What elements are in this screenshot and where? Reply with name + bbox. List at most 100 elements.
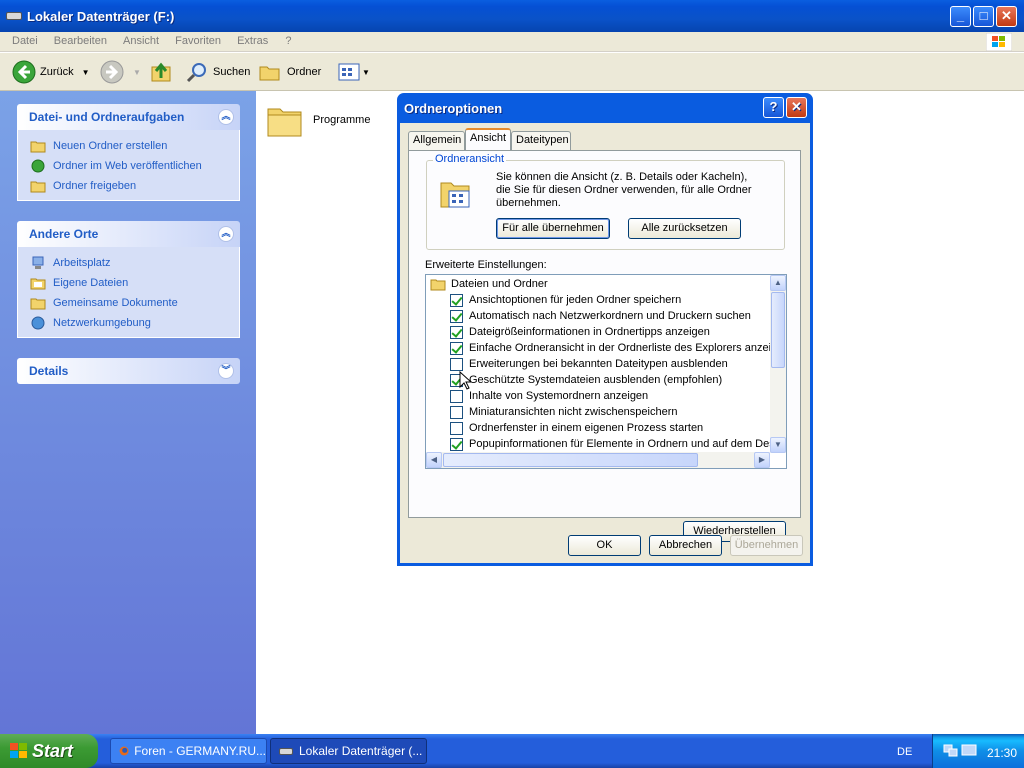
advanced-settings-list: Dateien und Ordner Ansichtoptionen für j… (425, 274, 787, 469)
window-titlebar[interactable]: Lokaler Datenträger (F:) _ □ ✕ (0, 0, 1024, 32)
setting-row[interactable]: Ansichtoptionen für jeden Ordner speiche… (450, 292, 681, 308)
collapse-chevron-icon[interactable]: ︽ (218, 109, 234, 125)
folder-view-description: Sie können die Ansicht (z. B. Details od… (496, 171, 752, 210)
share-folder-label: Ordner freigeben (53, 180, 137, 192)
hscroll-thumb[interactable] (443, 453, 698, 467)
setting-checkbox[interactable] (450, 341, 463, 355)
task-pane: Datei- und Ordneraufgaben ︽ Neuen Ordner… (0, 91, 256, 734)
details-panel: Details ︾ (17, 358, 240, 384)
maximize-button[interactable]: □ (973, 6, 994, 27)
setting-checkbox[interactable] (450, 309, 463, 323)
taskbar-item-explorer[interactable]: Lokaler Datenträger (... (270, 738, 427, 764)
details-header[interactable]: Details ︾ (17, 358, 240, 384)
setting-row[interactable]: Erweiterungen bei bekannten Dateitypen a… (450, 356, 728, 372)
file-tasks-header[interactable]: Datei- und Ordneraufgaben ︽ (17, 104, 240, 130)
setting-row[interactable]: Einfache Ordneransicht in der Ordnerlist… (450, 340, 783, 356)
scroll-up-icon[interactable]: ▲ (770, 275, 786, 291)
new-folder-link[interactable]: Neuen Ordner erstellen (30, 136, 239, 156)
view-tab-panel: Ordneransicht Sie können die Ansicht (z.… (408, 150, 801, 542)
shared-documents-link[interactable]: Gemeinsame Dokumente (30, 293, 239, 313)
setting-checkbox[interactable] (450, 357, 463, 371)
menu-help[interactable]: ? (285, 35, 291, 47)
folder-item[interactable]: Programme (266, 101, 370, 139)
my-documents-link[interactable]: Eigene Dateien (30, 273, 239, 293)
folder-view-group-label: Ordneransicht (433, 153, 507, 165)
views-dropdown-icon: ▼ (362, 67, 370, 77)
back-button[interactable]: Zurück ▼ (12, 60, 90, 84)
setting-checkbox[interactable] (450, 405, 463, 419)
language-indicator[interactable]: DE (897, 746, 912, 758)
reset-all-button[interactable]: Alle zurücksetzen (628, 218, 741, 239)
setting-row[interactable]: Inhalte von Systemordnern anzeigen (450, 388, 648, 404)
tab-allgemein[interactable]: Allgemein (408, 131, 465, 150)
setting-row[interactable]: Popupinformationen für Elemente in Ordne… (450, 436, 780, 452)
tab-dateitypen[interactable]: Dateitypen (511, 131, 571, 150)
menu-favoriten[interactable]: Favoriten (175, 35, 221, 47)
setting-label: Miniaturansichten nicht zwischenspeicher… (469, 406, 678, 418)
horizontal-scrollbar[interactable]: ◀ ▶ (426, 452, 770, 468)
close-button[interactable]: ✕ (996, 6, 1017, 27)
monitor-tray-icon[interactable] (961, 743, 977, 759)
firefox-icon (119, 746, 129, 756)
menu-bearbeiten[interactable]: Bearbeiten (54, 35, 107, 47)
setting-row[interactable]: Dateigrößeinformationen in Ordnertipps a… (450, 324, 710, 340)
taskbar-item-firefox[interactable]: Foren - GERMANY.RU... (110, 738, 267, 764)
forward-arrow-icon (100, 60, 124, 84)
scroll-left-icon[interactable]: ◀ (426, 452, 442, 468)
back-arrow-icon (12, 60, 36, 84)
menu-datei[interactable]: Datei (12, 35, 38, 47)
setting-row[interactable]: Geschützte Systemdateien ausblenden (emp… (450, 372, 722, 388)
search-icon (186, 63, 206, 83)
other-places-header[interactable]: Andere Orte ︽ (17, 221, 240, 247)
setting-checkbox[interactable] (450, 293, 463, 307)
scroll-down-icon[interactable]: ▼ (770, 437, 786, 453)
setting-label: Ordnerfenster in einem eigenen Prozess s… (469, 422, 704, 434)
collapse-chevron-icon[interactable]: ︽ (218, 226, 234, 242)
mouse-cursor-icon (459, 371, 471, 390)
publish-web-link[interactable]: Ordner im Web veröffentlichen (30, 156, 239, 176)
folder-options-dialog: Ordneroptionen ? ✕ Allgemein Ansicht Dat… (397, 93, 813, 566)
menu-ansicht[interactable]: Ansicht (123, 35, 159, 47)
setting-checkbox[interactable] (450, 325, 463, 339)
new-folder-label: Neuen Ordner erstellen (53, 140, 168, 152)
dialog-close-button[interactable]: ✕ (786, 97, 807, 118)
apply-to-all-button[interactable]: Für alle übernehmen (496, 218, 610, 239)
dialog-titlebar[interactable]: Ordneroptionen ? ✕ (397, 93, 813, 123)
setting-row[interactable]: Automatisch nach Netzwerkordnern und Dru… (450, 308, 751, 324)
views-button[interactable]: ▼ (338, 61, 370, 83)
folders-button[interactable]: Ordner (258, 61, 321, 83)
documents-icon (30, 278, 46, 290)
setting-checkbox[interactable] (450, 421, 463, 435)
back-label: Zurück (40, 66, 74, 78)
other-places-panel: Andere Orte ︽ Arbeitsplatz Eigene Dateie… (17, 221, 240, 338)
setting-row[interactable]: Miniaturansichten nicht zwischenspeicher… (450, 404, 678, 420)
forward-button[interactable]: ▼ (100, 60, 141, 84)
minimize-button[interactable]: _ (950, 6, 971, 27)
scroll-right-icon[interactable]: ▶ (754, 452, 770, 468)
file-tasks-title: Datei- und Ordneraufgaben (29, 110, 185, 124)
search-button[interactable]: Suchen (186, 61, 250, 83)
up-folder-button[interactable] (150, 61, 172, 83)
expand-chevron-icon[interactable]: ︾ (218, 363, 234, 379)
file-tasks-body: Neuen Ordner erstellen Ordner im Web ver… (17, 130, 240, 201)
scroll-thumb[interactable] (771, 292, 785, 368)
setting-checkbox[interactable] (450, 389, 463, 403)
help-button[interactable]: ? (763, 97, 784, 118)
vertical-scrollbar[interactable]: ▲ ▼ (770, 275, 786, 453)
my-computer-link[interactable]: Arbeitsplatz (30, 253, 239, 273)
menu-extras[interactable]: Extras (237, 35, 268, 47)
setting-checkbox[interactable] (450, 437, 463, 451)
folder-view-group: Ordneransicht Sie können die Ansicht (z.… (426, 153, 785, 250)
share-folder-link[interactable]: Ordner freigeben (30, 176, 239, 196)
back-dropdown-icon[interactable]: ▼ (82, 68, 90, 77)
network-link[interactable]: Netzwerkumgebung (30, 313, 239, 333)
start-button[interactable]: Start (0, 734, 98, 768)
ok-button[interactable]: OK (568, 535, 641, 556)
cancel-button[interactable]: Abbrechen (649, 535, 722, 556)
apply-button: Übernehmen (730, 535, 803, 556)
setting-row[interactable]: Ordnerfenster in einem eigenen Prozess s… (450, 420, 703, 436)
network-tray-icon[interactable] (943, 743, 959, 759)
tab-ansicht[interactable]: Ansicht (465, 128, 511, 151)
setting-label: Ansichtoptionen für jeden Ordner speiche… (469, 294, 682, 306)
publish-web-label: Ordner im Web veröffentlichen (53, 160, 202, 172)
